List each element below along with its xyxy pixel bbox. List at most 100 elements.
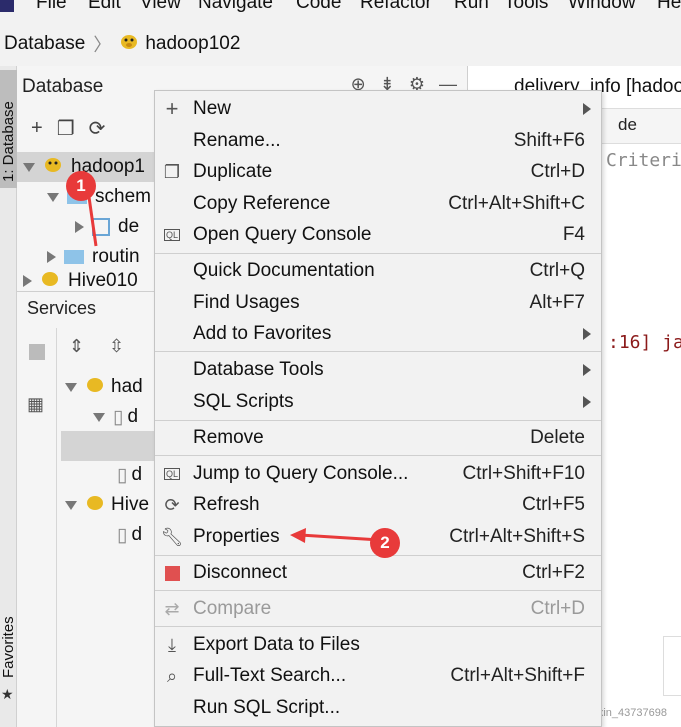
- menu-shortcut: Ctrl+Alt+Shift+F: [450, 665, 585, 686]
- compare-icon: ⇄: [164, 598, 180, 619]
- menu-item-quick-documentation[interactable]: Quick Documentation Ctrl+Q: [155, 255, 601, 287]
- notification-popup[interactable]: [663, 636, 681, 696]
- menu-item-database-tools[interactable]: Database Tools: [155, 354, 601, 386]
- menu-refactor[interactable]: Refactor: [360, 0, 432, 14]
- database-tab-label: 1: Database: [0, 101, 17, 182]
- expand-arrow-icon[interactable]: [65, 500, 77, 510]
- expand-arrow-icon[interactable]: [65, 382, 77, 392]
- panel-title: Database: [22, 76, 104, 97]
- menu-item-label: Add to Favorites: [193, 323, 332, 344]
- menu-item-add-to-favorites[interactable]: Add to Favorites: [155, 318, 601, 350]
- star-icon: ★: [1, 686, 14, 702]
- menu-bar: File Edit View Navigate Code Refactor Ru…: [0, 0, 681, 16]
- submenu-arrow-icon: [583, 396, 591, 408]
- folder-icon: [64, 250, 84, 264]
- menu-shortcut: Ctrl+F5: [522, 494, 585, 515]
- plus-icon: +: [165, 96, 179, 121]
- menu-item-label: Find Usages: [193, 292, 300, 313]
- menu-item-label: Disconnect: [193, 562, 287, 583]
- menu-item-label: New: [193, 98, 232, 119]
- menu-item-open-query-console[interactable]: QL Open Query Console F4: [155, 219, 601, 251]
- collapsed-arrow-icon[interactable]: [47, 251, 56, 263]
- service-item[interactable]: Hive: [65, 490, 149, 520]
- database-toolbar: + ❐ ⟳: [17, 110, 105, 146]
- menu-item-copy-reference[interactable]: Copy Reference Ctrl+Alt+Shift+C: [155, 188, 601, 220]
- service-item-label: d: [131, 524, 143, 545]
- session-icon: ▯: [117, 464, 128, 486]
- service-item[interactable]: had: [65, 372, 143, 402]
- menu-item-label: Properties: [193, 526, 280, 547]
- menu-item-duplicate[interactable]: ❐ Duplicate Ctrl+D: [155, 156, 601, 188]
- menu-item-label: Database Tools: [193, 359, 324, 380]
- service-item[interactable]: ▯ d: [117, 520, 142, 550]
- menu-item-run-sql-script[interactable]: Run SQL Script...: [155, 692, 601, 724]
- menu-item-rename[interactable]: Rename... Shift+F6: [155, 125, 601, 157]
- criteria-field[interactable]: Criteri: [606, 150, 681, 171]
- favorites-tab-label: Favorites: [0, 616, 17, 678]
- menu-item-sql-scripts[interactable]: SQL Scripts: [155, 386, 601, 418]
- service-item[interactable]: ▯ d: [93, 402, 138, 432]
- menu-edit[interactable]: Edit: [88, 0, 121, 14]
- submenu-arrow-icon: [583, 364, 591, 376]
- menu-item-new[interactable]: + New: [155, 93, 601, 125]
- expand-arrow-icon[interactable]: [47, 192, 59, 202]
- menu-item-label: Jump to Query Console...: [193, 463, 409, 484]
- wrench-icon: 🔧︎: [160, 526, 184, 547]
- menu-view[interactable]: View: [140, 0, 181, 14]
- menu-file[interactable]: File: [36, 0, 67, 14]
- expand-arrow-icon[interactable]: [23, 162, 35, 172]
- menu-item-label: Remove: [193, 427, 264, 448]
- menu-item-find-usages[interactable]: Find Usages Alt+F7: [155, 287, 601, 319]
- menu-shortcut: Ctrl+Q: [529, 260, 585, 281]
- collapsed-arrow-icon[interactable]: [75, 221, 84, 233]
- service-item-label: Hive: [111, 494, 150, 515]
- editor-subtab[interactable]: de: [618, 115, 637, 135]
- menu-help[interactable]: He: [657, 0, 681, 14]
- annotation-badge-1: 1: [66, 171, 96, 201]
- breadcrumb-current[interactable]: hadoop102: [145, 33, 240, 55]
- tree-item-label: schem: [95, 186, 151, 207]
- menu-item-export-data[interactable]: ⤓ Export Data to Files: [155, 629, 601, 661]
- tree-item-db[interactable]: de: [75, 212, 139, 242]
- menu-shortcut: Ctrl+Shift+F10: [462, 463, 586, 484]
- menu-separator: [155, 626, 601, 627]
- refresh-icon: ⟳: [164, 494, 180, 515]
- menu-navigate[interactable]: Navigate: [198, 0, 273, 14]
- collapsed-arrow-icon[interactable]: [23, 275, 32, 287]
- session-icon: ▯: [113, 406, 124, 428]
- menu-item-jump-to-query-console[interactable]: QL Jump to Query Console... Ctrl+Shift+F…: [155, 458, 601, 490]
- refresh-icon[interactable]: ⟳: [89, 116, 106, 141]
- tree-item-hive[interactable]: Hive010: [23, 270, 138, 292]
- menu-code[interactable]: Code: [296, 0, 341, 14]
- layout-icon[interactable]: ▦: [27, 394, 44, 415]
- menu-shortcut: F4: [562, 224, 585, 245]
- services-side-toolbar: ▦: [17, 328, 57, 727]
- menu-item-label: Rename...: [193, 130, 281, 151]
- menu-item-remove[interactable]: Remove Delete: [155, 422, 601, 454]
- tree-item-label: routin: [92, 246, 140, 267]
- menu-window[interactable]: Window: [568, 0, 636, 14]
- collapse-all-icon[interactable]: ⇳: [109, 336, 124, 357]
- breadcrumb-root[interactable]: Database: [4, 33, 85, 55]
- breadcrumb: Database 〉 hadoop102: [0, 22, 681, 66]
- database-tool-tab[interactable]: 1: Database: [0, 70, 17, 188]
- copy-icon[interactable]: ❐: [57, 116, 75, 141]
- menu-shortcut: Shift+F6: [513, 130, 585, 151]
- menu-item-label: Quick Documentation: [193, 260, 375, 281]
- menu-run[interactable]: Run: [454, 0, 489, 14]
- menu-tools[interactable]: Tools: [504, 0, 548, 14]
- add-icon[interactable]: +: [31, 117, 43, 140]
- ql-icon: QL: [163, 468, 180, 480]
- context-menu: + New Rename... Shift+F6 ❐ Duplicate Ctr…: [154, 90, 602, 727]
- menu-separator: [155, 420, 601, 421]
- menu-item-full-text-search[interactable]: ⌕ Full-Text Search... Ctrl+Alt+Shift+F: [155, 660, 601, 692]
- tree-item-schemas[interactable]: schem: [47, 182, 151, 212]
- expand-arrow-icon[interactable]: [93, 412, 105, 422]
- expand-all-icon[interactable]: ⇕: [69, 336, 84, 357]
- menu-item-disconnect[interactable]: Disconnect Ctrl+F2: [155, 557, 601, 589]
- tree-item-routines[interactable]: routin: [47, 242, 140, 272]
- menu-item-refresh[interactable]: ⟳ Refresh Ctrl+F5: [155, 489, 601, 521]
- stop-icon[interactable]: [29, 344, 45, 360]
- menu-item-label: Duplicate: [193, 161, 273, 182]
- service-item[interactable]: ▯ d: [117, 460, 142, 490]
